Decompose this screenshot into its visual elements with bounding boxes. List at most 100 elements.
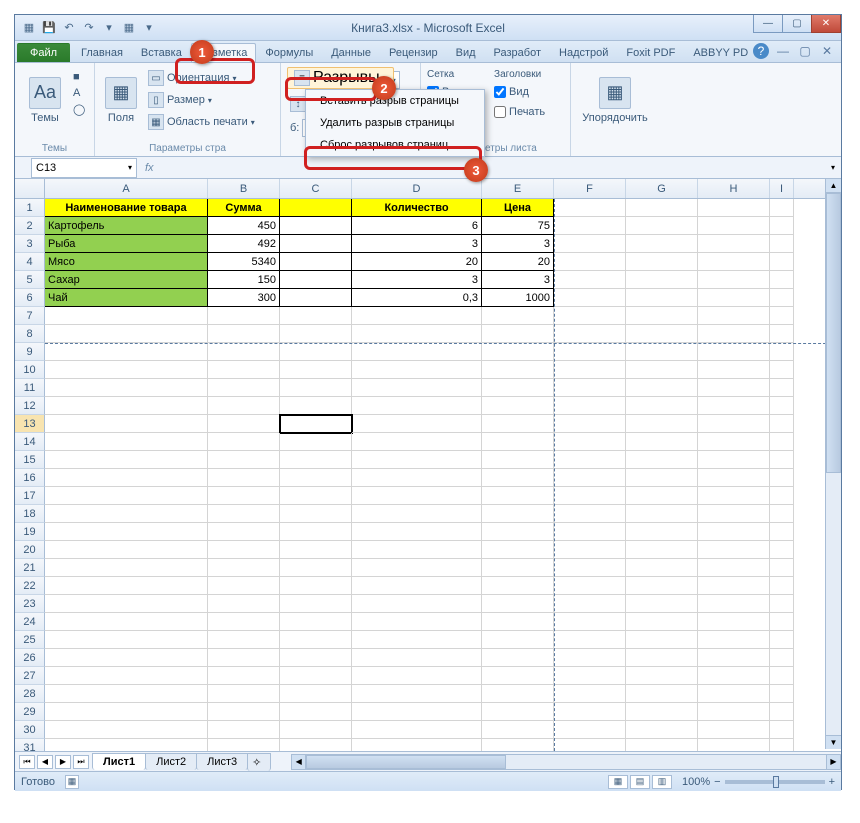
cell[interactable]	[698, 649, 770, 667]
cell[interactable]	[280, 469, 352, 487]
qat-extra-icon[interactable]: ▦	[121, 20, 137, 36]
cell[interactable]	[280, 667, 352, 685]
cell[interactable]	[208, 631, 280, 649]
cell[interactable]	[698, 613, 770, 631]
cell[interactable]: Цена	[482, 199, 554, 217]
cell[interactable]	[45, 379, 208, 397]
cell[interactable]	[626, 325, 698, 343]
colors-icon[interactable]: ■	[73, 71, 87, 85]
cell[interactable]	[698, 703, 770, 721]
cell[interactable]	[352, 361, 482, 379]
cell[interactable]	[626, 271, 698, 289]
cell[interactable]	[352, 649, 482, 667]
ribbon-minimize-icon[interactable]: —	[775, 43, 791, 59]
cell[interactable]	[482, 559, 554, 577]
cell[interactable]: 300	[208, 289, 280, 307]
cell[interactable]	[208, 325, 280, 343]
cell[interactable]	[352, 343, 482, 361]
cell[interactable]	[208, 343, 280, 361]
size-button[interactable]: ▯Размер▾	[145, 89, 258, 111]
cell[interactable]	[352, 685, 482, 703]
row-header[interactable]: 14	[15, 433, 45, 451]
cell[interactable]	[626, 343, 698, 361]
scroll-left-icon[interactable]: ◀	[292, 755, 306, 769]
cell[interactable]	[45, 577, 208, 595]
cell[interactable]	[352, 703, 482, 721]
cell[interactable]	[770, 577, 794, 595]
cell[interactable]	[554, 271, 626, 289]
cell[interactable]	[482, 649, 554, 667]
cell[interactable]	[280, 199, 352, 217]
cell[interactable]: Наименование товара	[45, 199, 208, 217]
row-header[interactable]: 4	[15, 253, 45, 271]
cell[interactable]	[280, 397, 352, 415]
cell[interactable]	[626, 739, 698, 751]
cell[interactable]	[45, 415, 208, 433]
cell[interactable]: 450	[208, 217, 280, 235]
cell[interactable]	[482, 361, 554, 379]
cell[interactable]	[45, 469, 208, 487]
cell[interactable]	[45, 325, 208, 343]
cell[interactable]	[280, 541, 352, 559]
help-icon[interactable]: ?	[753, 43, 769, 59]
cell[interactable]	[208, 487, 280, 505]
cell[interactable]	[770, 469, 794, 487]
row-header[interactable]: 13	[15, 415, 45, 433]
cell[interactable]	[770, 487, 794, 505]
cell[interactable]	[626, 289, 698, 307]
cell[interactable]	[554, 397, 626, 415]
cell[interactable]	[352, 379, 482, 397]
cell[interactable]	[626, 397, 698, 415]
cell[interactable]	[352, 523, 482, 541]
sheet-first-icon[interactable]: ⏮	[19, 755, 35, 769]
cell[interactable]	[45, 739, 208, 751]
cell[interactable]	[482, 523, 554, 541]
row-header[interactable]: 12	[15, 397, 45, 415]
cell[interactable]	[208, 433, 280, 451]
qat-dd-icon[interactable]: ▾	[141, 20, 157, 36]
cell[interactable]	[280, 721, 352, 739]
formula-input[interactable]	[162, 159, 825, 177]
cell[interactable]	[280, 649, 352, 667]
cell[interactable]	[770, 451, 794, 469]
cell[interactable]	[482, 307, 554, 325]
row-header[interactable]: 7	[15, 307, 45, 325]
row-header[interactable]: 29	[15, 703, 45, 721]
cell[interactable]	[698, 217, 770, 235]
scroll-down-icon[interactable]: ▼	[826, 735, 841, 749]
cell[interactable]	[208, 703, 280, 721]
row-header[interactable]: 16	[15, 469, 45, 487]
cell[interactable]	[45, 433, 208, 451]
cell[interactable]	[770, 361, 794, 379]
layout-view-icon[interactable]: ▤	[630, 775, 650, 789]
minimize-button[interactable]: —	[753, 15, 783, 33]
cell[interactable]	[770, 343, 794, 361]
cell[interactable]: Чай	[45, 289, 208, 307]
col-header-B[interactable]: B	[208, 179, 280, 198]
sheet-tab-1[interactable]: Лист1	[92, 753, 146, 770]
cell[interactable]	[482, 739, 554, 751]
cell[interactable]	[352, 667, 482, 685]
cell[interactable]	[698, 505, 770, 523]
cell[interactable]: 20	[482, 253, 554, 271]
col-header-I[interactable]: I	[770, 179, 794, 198]
cell[interactable]	[554, 451, 626, 469]
cell[interactable]	[626, 541, 698, 559]
margins-button[interactable]: ▦ Поля	[101, 67, 141, 133]
cell[interactable]	[352, 721, 482, 739]
doc-restore-icon[interactable]: ▢	[797, 43, 813, 59]
cell[interactable]	[698, 397, 770, 415]
normal-view-icon[interactable]: ▦	[608, 775, 628, 789]
select-all-corner[interactable]	[15, 179, 45, 198]
cell[interactable]	[352, 739, 482, 751]
row-header[interactable]: 10	[15, 361, 45, 379]
col-header-F[interactable]: F	[554, 179, 626, 198]
row-header[interactable]: 15	[15, 451, 45, 469]
cell[interactable]	[45, 487, 208, 505]
cell[interactable]	[482, 343, 554, 361]
cell[interactable]	[45, 541, 208, 559]
fonts-icon[interactable]: A	[73, 87, 87, 101]
cell[interactable]	[352, 487, 482, 505]
row-header[interactable]: 28	[15, 685, 45, 703]
cell[interactable]	[698, 631, 770, 649]
